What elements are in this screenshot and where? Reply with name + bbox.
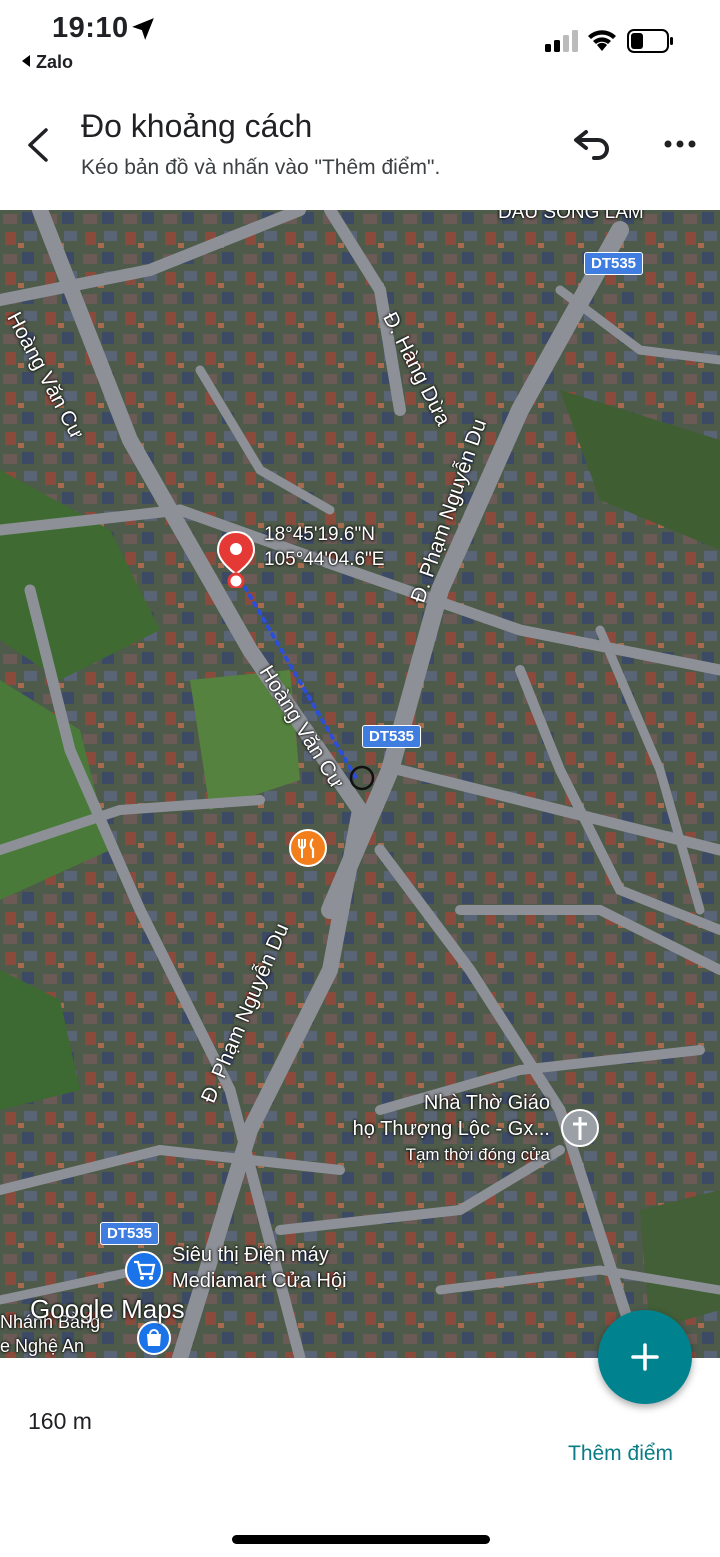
restaurant-icon[interactable] — [288, 828, 328, 872]
battery-icon — [627, 29, 673, 53]
latitude-text: 18°45'19.6"N — [264, 524, 375, 545]
church-label[interactable]: Nhà Thờ Giáo họ Thượng Lộc - Gx... Tạm t… — [322, 1090, 550, 1168]
church-name-line2: họ Thượng Lộc - Gx... — [352, 1118, 550, 1140]
route-shield-dt535-top: DT535 — [584, 252, 644, 275]
route-shield-dt535-mid: DT535 — [362, 725, 422, 748]
map-imagery — [0, 210, 720, 1358]
bank-name-line2: e Nghệ An — [0, 1336, 85, 1356]
store-label[interactable]: Siêu thị Điện máy Mediamart Cửa Hội — [172, 1242, 347, 1294]
back-triangle-icon — [22, 55, 30, 67]
shopping-cart-icon[interactable] — [124, 1250, 164, 1292]
app-header: Đo khoảng cách Kéo bản đồ và nhấn vào "T… — [0, 90, 720, 210]
wifi-icon — [588, 30, 616, 51]
more-options-icon[interactable] — [660, 132, 700, 156]
satellite-map[interactable]: 18°45'19.6"N 105°44'04.6"E Hoàng Văn Cư … — [0, 210, 720, 1358]
back-app-label: Zalo — [36, 52, 74, 72]
distance-value: 160 m — [28, 1408, 92, 1434]
add-point-link[interactable]: Thêm điểm — [568, 1442, 673, 1466]
back-to-app-link[interactable]: Zalo — [22, 52, 73, 73]
store-name-line1: Siêu thị Điện máy — [172, 1244, 329, 1266]
status-time: 19:10 — [52, 12, 129, 44]
cellular-signal-icon — [545, 30, 578, 52]
home-indicator[interactable] — [232, 1535, 490, 1544]
location-pin-icon[interactable] — [216, 530, 256, 588]
page-title: Đo khoảng cách — [81, 108, 313, 144]
page-subtitle: Kéo bản đồ và nhấn vào "Thêm điểm". — [81, 156, 441, 179]
church-status: Tạm thời đóng cửa — [405, 1145, 550, 1164]
longitude-text: 105°44'04.6"E — [264, 549, 385, 570]
church-icon[interactable] — [560, 1108, 600, 1152]
location-arrow-icon — [132, 18, 154, 40]
back-arrow-icon[interactable] — [18, 120, 58, 170]
route-shield-dt535-bottom: DT535 — [100, 1222, 160, 1245]
plus-icon — [631, 1343, 659, 1371]
bag-icon[interactable] — [136, 1320, 172, 1356]
undo-icon[interactable] — [570, 128, 614, 164]
add-point-button[interactable] — [598, 1310, 692, 1404]
google-maps-attribution: Google Maps — [30, 1294, 185, 1324]
coordinate-readout: 18°45'19.6"N 105°44'04.6"E — [264, 522, 384, 572]
road-label-top-right: DẦU SÔNG LAM — [498, 210, 644, 223]
status-bar: 19:10 Zalo — [0, 0, 720, 80]
church-name-line1: Nhà Thờ Giáo — [423, 1092, 550, 1114]
store-name-line2: Mediamart Cửa Hội — [172, 1270, 347, 1292]
